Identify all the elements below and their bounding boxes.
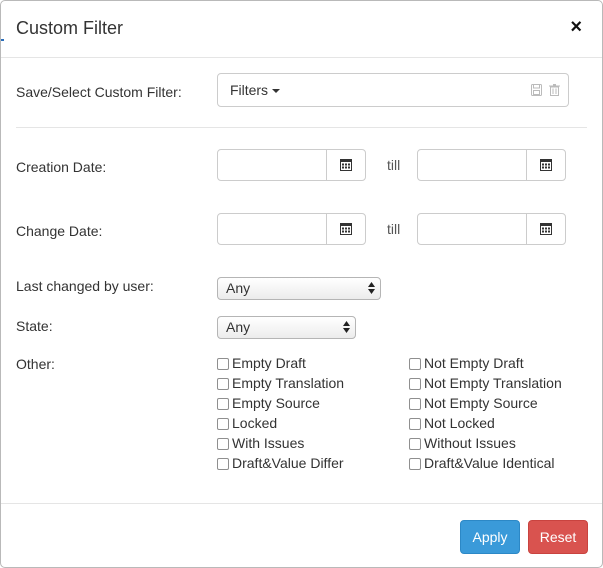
- change-date-from: [217, 213, 366, 245]
- creation-date-from: [217, 149, 366, 181]
- trash-icon[interactable]: [549, 84, 560, 96]
- dialog-header: Custom Filter ×: [1, 1, 602, 58]
- checkbox[interactable]: [409, 458, 421, 470]
- change-date-to: [417, 213, 566, 245]
- custom-filter-group: Filters: [217, 73, 569, 107]
- custom-filter-dialog: Custom Filter × Save/Select Custom Filte…: [0, 0, 603, 568]
- checkbox[interactable]: [409, 378, 421, 390]
- calendar-icon: [340, 223, 352, 235]
- last-changed-value: Any: [226, 280, 251, 296]
- calendar-icon: [540, 223, 552, 235]
- last-changed-select[interactable]: Any: [217, 277, 381, 300]
- checkbox[interactable]: [217, 418, 229, 430]
- change-date-from-picker[interactable]: [326, 213, 366, 245]
- other-label: Other:: [16, 356, 55, 372]
- checkbox[interactable]: [217, 438, 229, 450]
- change-date-from-input[interactable]: [217, 213, 327, 245]
- custom-filter-label: Save/Select Custom Filter:: [16, 84, 182, 100]
- reset-button[interactable]: Reset: [528, 520, 588, 554]
- state-label: State:: [16, 318, 53, 334]
- creation-date-from-picker[interactable]: [326, 149, 366, 181]
- filters-button-label: Filters: [229, 82, 269, 98]
- footer-divider: [1, 503, 602, 504]
- checkbox[interactable]: [409, 398, 421, 410]
- checkbox[interactable]: [409, 358, 421, 370]
- creation-date-to: [417, 149, 566, 181]
- checkbox[interactable]: [217, 358, 229, 370]
- creation-date-to-picker[interactable]: [526, 149, 566, 181]
- last-changed-label: Last changed by user:: [16, 278, 154, 294]
- custom-filter-input[interactable]: [292, 73, 569, 107]
- checkbox[interactable]: [217, 398, 229, 410]
- calendar-icon: [340, 159, 352, 171]
- save-icon[interactable]: [531, 84, 542, 96]
- state-select[interactable]: Any: [217, 316, 356, 339]
- dialog-title: Custom Filter: [16, 18, 124, 38]
- filters-dropdown-button[interactable]: Filters: [217, 73, 293, 107]
- divider: [16, 127, 587, 128]
- close-icon[interactable]: ×: [570, 15, 582, 39]
- checkbox[interactable]: [217, 458, 229, 470]
- till-label: till: [387, 221, 401, 237]
- creation-date-label: Creation Date:: [16, 159, 107, 175]
- state-value: Any: [226, 319, 251, 335]
- caret-down-icon: [272, 89, 281, 94]
- change-date-to-picker[interactable]: [526, 213, 566, 245]
- creation-date-from-input[interactable]: [217, 149, 327, 181]
- checkbox[interactable]: [409, 438, 421, 450]
- checkbox[interactable]: [409, 418, 421, 430]
- change-date-to-input[interactable]: [417, 213, 527, 245]
- till-label: till: [387, 157, 401, 173]
- select-arrows-icon: [343, 321, 350, 333]
- creation-date-to-input[interactable]: [417, 149, 527, 181]
- select-arrows-icon: [368, 282, 375, 294]
- checkbox[interactable]: [217, 378, 229, 390]
- apply-button[interactable]: Apply: [460, 520, 520, 554]
- change-date-label: Change Date:: [16, 223, 103, 239]
- calendar-icon: [540, 159, 552, 171]
